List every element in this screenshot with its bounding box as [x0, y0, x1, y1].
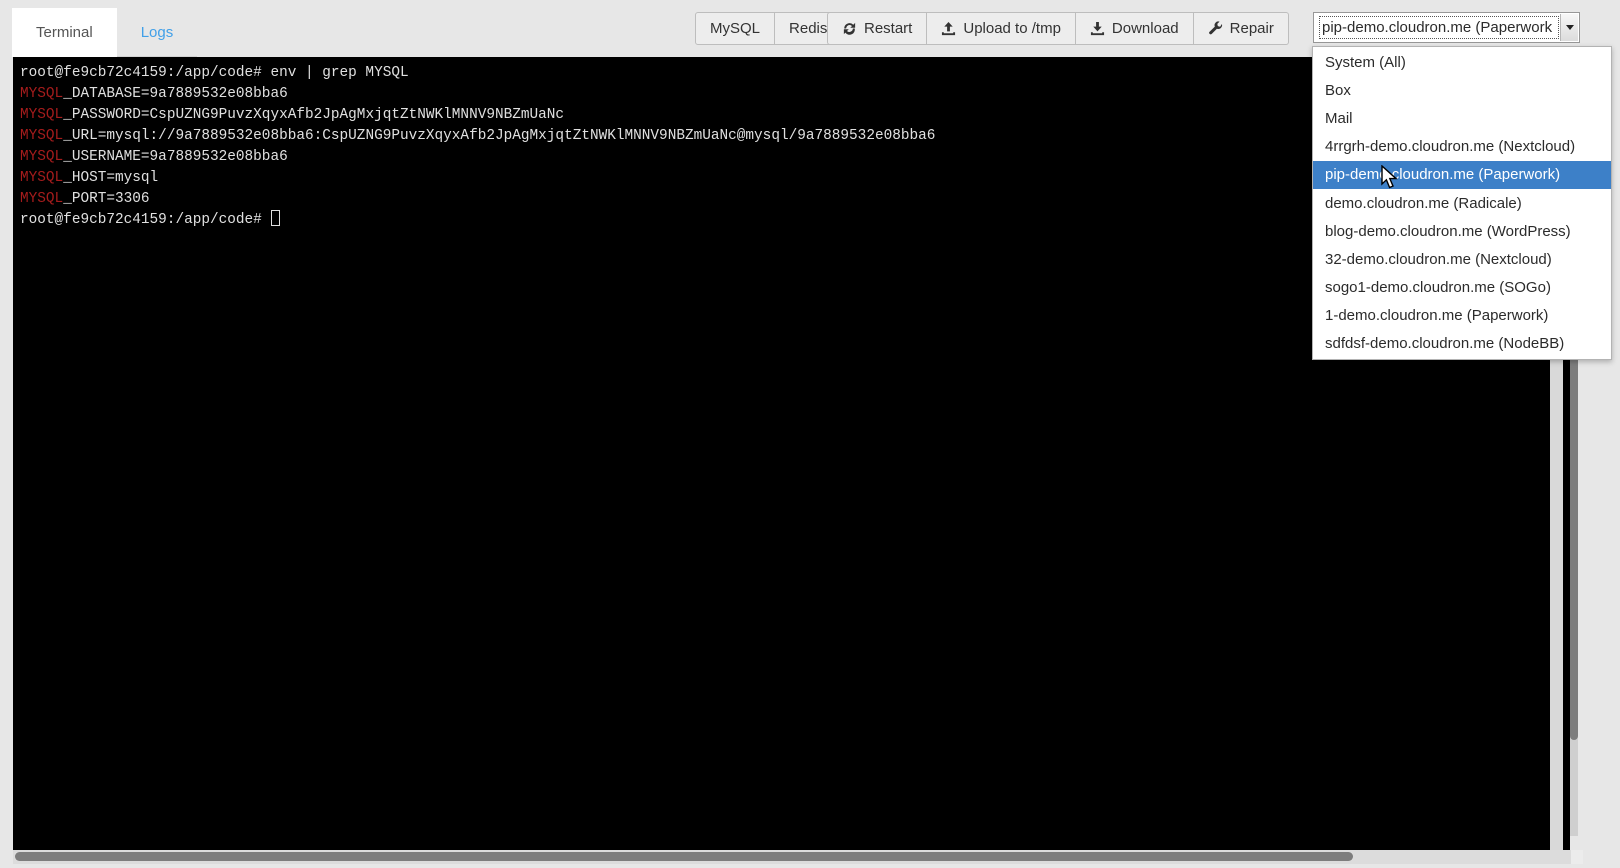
terminal-text-segment: _URL=mysql://9a7889532e08bba6:CspUZNG9Pu… — [63, 128, 935, 144]
action-button-group: Restart Upload to /tmp Download Repair — [827, 12, 1289, 45]
option-32-demo-cloudron-me-nextcloud[interactable]: 32-demo.cloudron.me (Nextcloud) — [1313, 245, 1611, 273]
terminal-text-segment: MYSQL — [20, 191, 63, 207]
chevron-down-icon[interactable] — [1560, 14, 1578, 41]
scrollbar-corner — [1571, 850, 1583, 864]
terminal-text-segment: MYSQL — [20, 149, 63, 165]
wrench-icon — [1208, 21, 1223, 36]
app-select[interactable]: pip-demo.cloudron.me (Paperwork — [1313, 12, 1580, 43]
app-select-value: pip-demo.cloudron.me (Paperwork — [1320, 17, 1558, 38]
download-icon — [1090, 21, 1105, 36]
terminal-text-segment: root@fe9cb72c4159:/app/code# — [20, 212, 270, 228]
horizontal-scrollbar-track[interactable] — [13, 850, 1571, 864]
horizontal-scrollbar-thumb[interactable] — [15, 852, 1353, 861]
terminal-text-segment: MYSQL — [20, 170, 63, 186]
restart-button[interactable]: Restart — [827, 12, 927, 45]
app-select-dropdown: System (All)BoxMail4rrgrh-demo.cloudron.… — [1312, 46, 1612, 360]
option-blog-demo-cloudron-me-wordpress[interactable]: blog-demo.cloudron.me (WordPress) — [1313, 217, 1611, 245]
option-sdfdsf-demo-cloudron-me-nodebb[interactable]: sdfdsf-demo.cloudron.me (NodeBB) — [1313, 330, 1611, 358]
option-system-all[interactable]: System (All) — [1313, 48, 1611, 76]
button-label: MySQL — [710, 20, 760, 37]
terminal-text-segment: MYSQL — [20, 107, 63, 123]
button-label: Upload to /tmp — [963, 20, 1061, 37]
upload-icon — [941, 21, 956, 36]
terminal-text-segment: MYSQL — [20, 128, 63, 144]
tab-bar: Terminal Logs — [12, 8, 197, 57]
terminal-text-segment: _USERNAME=9a7889532e08bba6 — [63, 149, 288, 165]
terminal-text-segment: _PORT=3306 — [63, 191, 149, 207]
terminal-text-segment: _HOST=mysql — [63, 170, 158, 186]
button-label: Restart — [864, 20, 912, 37]
repair-button[interactable]: Repair — [1194, 12, 1289, 45]
option-pip-demo-cloudron-me-paperwork[interactable]: pip-demo.cloudron.me (Paperwork) — [1313, 161, 1611, 189]
option-mail[interactable]: Mail — [1313, 104, 1611, 132]
terminal-cursor — [271, 210, 280, 226]
terminal-text-segment: MYSQL — [20, 86, 63, 102]
button-label: Download — [1112, 20, 1179, 37]
option-4rrgrh-demo-cloudron-me-nextcloud[interactable]: 4rrgrh-demo.cloudron.me (Nextcloud) — [1313, 133, 1611, 161]
button-label: Redis — [789, 20, 827, 37]
terminal-text-segment: root@fe9cb72c4159:/app/code# env | grep … — [20, 65, 409, 81]
option-box[interactable]: Box — [1313, 76, 1611, 104]
tab-terminal[interactable]: Terminal — [12, 8, 117, 57]
tab-logs[interactable]: Logs — [117, 8, 198, 57]
db-button-group: MySQL Redis — [695, 12, 842, 45]
upload-to-tmp-button[interactable]: Upload to /tmp — [927, 12, 1076, 45]
option-sogo1-demo-cloudron-me-sogo[interactable]: sogo1-demo.cloudron.me (SOGo) — [1313, 274, 1611, 302]
download-button[interactable]: Download — [1076, 12, 1194, 45]
terminal-text-segment: _DATABASE=9a7889532e08bba6 — [63, 86, 288, 102]
mysql-button[interactable]: MySQL — [695, 12, 775, 45]
terminal-text-segment: _PASSWORD=CspUZNG9PuvzXqyxAfb2JpAgMxjqtZ… — [63, 107, 564, 123]
option-1-demo-cloudron-me-paperwork[interactable]: 1-demo.cloudron.me (Paperwork) — [1313, 302, 1611, 330]
button-label: Repair — [1230, 20, 1274, 37]
refresh-icon — [842, 21, 857, 36]
option-demo-cloudron-me-radicale[interactable]: demo.cloudron.me (Radicale) — [1313, 189, 1611, 217]
